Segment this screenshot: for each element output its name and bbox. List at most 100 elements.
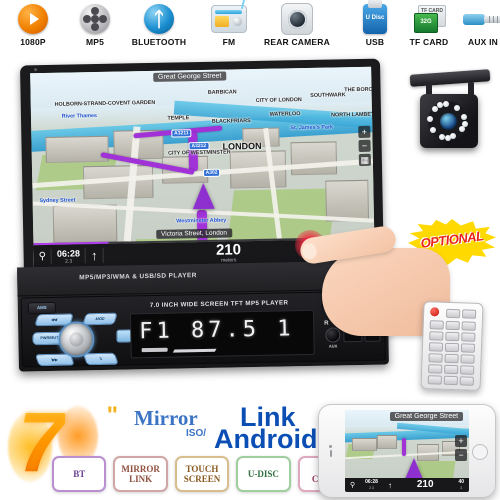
mode-button[interactable]: MOD	[82, 312, 118, 326]
feature-label: MP5	[85, 37, 105, 47]
eta-time: 06:28	[56, 247, 81, 259]
search-icon[interactable]: ⚲	[34, 251, 52, 262]
feature-label: FM	[222, 37, 236, 47]
badge-mirror-link: MIRROR LINK	[113, 456, 168, 492]
destination-label: Victoria Street, London	[155, 228, 233, 239]
phone-screen[interactable]: Great George Street + − ⚲ 06:28 2.3 ↑ 21…	[345, 410, 469, 492]
player-type-label: MP5/MP3/WMA & USB/SD PLAYER	[79, 272, 197, 282]
vehicle-position-arrow	[192, 182, 216, 210]
preset-button[interactable]: 3	[82, 352, 119, 366]
mic-hole-icon	[34, 68, 38, 72]
aux-label: AUX	[328, 343, 338, 349]
phone-speed-sub: 3	[460, 486, 463, 490]
lcd-indicator-bar	[141, 347, 168, 353]
lcd-text: F1 87.5 1	[139, 316, 295, 345]
badge-bt: BT	[52, 456, 107, 492]
camera-lens	[440, 113, 457, 130]
rear-view-camera	[404, 64, 496, 168]
feature-label: 1080P	[20, 37, 46, 47]
feature-mp5: MP5	[64, 2, 126, 47]
road-shield: A3212	[188, 141, 210, 151]
phone-navigation-map[interactable]: Great George Street + − ⚲ 06:28 2.3 ↑ 21…	[345, 410, 469, 492]
feature-badge-row: BT MIRROR LINK TOUCH SCREEN U-DISC TF CA…	[52, 456, 353, 496]
badge-touch-screen: TOUCH SCREEN	[174, 456, 230, 492]
feature-label: AUX IN	[467, 37, 498, 47]
current-street-banner: Great George Street	[152, 71, 227, 82]
grid-icon[interactable]: ▦	[358, 153, 371, 166]
feature-label: REAR CAMERA	[264, 37, 330, 47]
camera-bracket	[409, 69, 491, 87]
feature-fm: FM	[198, 0, 260, 47]
map-label: TEMPLE	[167, 115, 190, 122]
phone-nav-status-bar: ⚲ 06:28 2.3 ↑ 210 40 3	[345, 478, 469, 492]
zoom-out-button[interactable]: −	[358, 139, 371, 152]
camera-body	[420, 94, 478, 148]
road-shield: A302	[202, 169, 221, 178]
feature-rear-camera: REAR CAMERA	[252, 2, 342, 47]
phone-speaker-icon	[329, 445, 332, 457]
film-reel-icon	[64, 2, 126, 36]
eta-distance: 2.3	[65, 258, 73, 265]
map-label-water: River Thames	[61, 112, 98, 120]
play-circle-icon	[2, 2, 64, 36]
map-label: WATERLOO	[269, 110, 301, 118]
aux-plug-icon	[452, 2, 500, 36]
phone-search-icon[interactable]: ⚲	[345, 481, 360, 489]
map-label: BARBICAN	[207, 88, 237, 96]
lcd-display: F1 87.5 1	[129, 309, 315, 359]
radio-icon	[198, 0, 260, 36]
usb-icon-text: U Disc	[365, 15, 385, 21]
feature-bluetooth: ᛏ BLUETOOTH	[122, 2, 196, 47]
ir-led-ring	[427, 101, 468, 141]
map-label-city: LONDON	[222, 140, 262, 152]
feature-icon-strip: 1080P MP5 ᛏ BLUETOOTH FM REAR CAMERA U D…	[0, 0, 500, 56]
next-turn-distance: 210	[215, 241, 242, 259]
map-label-poi: Sydney Street	[39, 197, 76, 204]
badge-line1: BT	[73, 469, 86, 479]
ams-button[interactable]: AMS	[27, 301, 56, 315]
map-label: NORTH LAMBETH	[331, 111, 375, 119]
map-label-poi: Westminster Abbey	[176, 217, 227, 225]
phone-next-turn-distance: 210	[416, 479, 434, 490]
map-label: BLACKFRIARS	[211, 117, 251, 125]
phone-turn-arrow-icon: ↑	[383, 481, 397, 490]
road-shield: A3211	[171, 128, 192, 138]
map-label: HOLBORN-STRAND-COVENT GARDEN	[54, 100, 156, 109]
feature-label: BLUETOOTH	[131, 37, 187, 47]
control-cluster: ◀◀ MOD PWR/MUT ▶▶ 3 BAND	[32, 312, 147, 367]
phone-speed-cell: 40 3	[453, 479, 469, 491]
feature-aux-in: AUX IN	[452, 2, 500, 47]
phone-turn-arrow-glyph: ↑	[387, 480, 392, 490]
phone-street-banner: Great George Street	[389, 412, 464, 421]
android-word: Android	[214, 424, 318, 454]
smartphone-mirror-demo: Great George Street + − ⚲ 06:28 2.3 ↑ 21…	[318, 404, 496, 498]
map-label: THE BOROUGH	[344, 85, 375, 93]
badge-line2: LINK	[129, 474, 153, 484]
remote-power-button[interactable]	[430, 307, 440, 317]
bottom-marketing-band: 7 " Mirror Link ISO/ Android BT MIRROR L…	[0, 398, 500, 500]
product-listing-image: 1080P MP5 ᛏ BLUETOOTH FM REAR CAMERA U D…	[0, 0, 500, 500]
map-label: SOUTHWARK	[310, 92, 346, 100]
feature-1080p: 1080P	[2, 2, 64, 47]
tf-card-capacity: 32G	[420, 19, 432, 25]
map-zoom-controls[interactable]: + − ▦	[358, 125, 371, 167]
phone-zoom-out[interactable]: −	[455, 448, 467, 461]
mirror-link-logo: Mirror Link ISO/ Android	[130, 400, 330, 454]
phone-zoom-controls[interactable]: + −	[455, 434, 467, 463]
phone-zoom-in[interactable]: +	[455, 434, 467, 447]
badge-line1: TOUCH	[185, 464, 219, 474]
building-block	[290, 141, 338, 176]
camera-icon	[252, 2, 342, 36]
zoom-in-button[interactable]: +	[358, 125, 371, 138]
badge-line2: SCREEN	[183, 474, 221, 484]
product-photo: Great George Street Victoria Street, Lon…	[0, 56, 500, 400]
building-block	[53, 204, 118, 243]
phone-eta-distance: 2.3	[369, 486, 374, 490]
ir-remote-control[interactable]	[420, 300, 484, 392]
phone-next-turn-cell: 210	[397, 480, 454, 490]
inch-mark: "	[106, 402, 118, 429]
lcd-indicator-bar	[172, 348, 217, 353]
bluetooth-icon: ᛏ	[122, 2, 196, 36]
phone-home-button[interactable]	[472, 444, 488, 460]
badge-u-disc: U-DISC	[236, 456, 291, 492]
